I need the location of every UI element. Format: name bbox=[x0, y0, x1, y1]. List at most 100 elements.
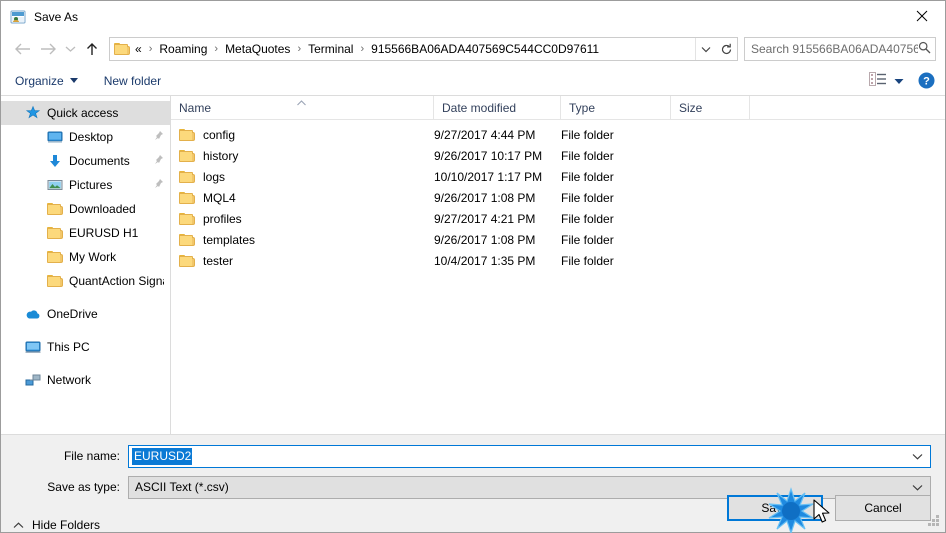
save-button[interactable]: Save bbox=[727, 495, 823, 521]
sidebar-item-pictures[interactable]: Pictures bbox=[1, 173, 170, 197]
pin-icon[interactable] bbox=[153, 178, 164, 192]
dialog-body: Quick access Desktop Documents Pictures … bbox=[1, 95, 945, 435]
pin-icon[interactable] bbox=[153, 130, 164, 144]
view-mode-chevron-down-icon[interactable] bbox=[894, 74, 904, 88]
column-header-date-modified[interactable]: Date modified bbox=[434, 95, 561, 120]
file-type-cell: File folder bbox=[561, 190, 614, 205]
breadcrumb-separator-icon: › bbox=[297, 43, 302, 55]
recent-locations-chevron-icon[interactable] bbox=[61, 36, 79, 62]
search-placeholder: Search 915566BA06ADA40756... bbox=[751, 42, 918, 56]
table-row[interactable]: MQL4 9/26/2017 1:08 PM File folder bbox=[171, 187, 945, 208]
search-icon[interactable] bbox=[918, 41, 931, 57]
table-row[interactable]: templates 9/26/2017 1:08 PM File folder bbox=[171, 229, 945, 250]
new-folder-button[interactable]: New folder bbox=[104, 74, 161, 88]
dialog-buttons: Save Cancel bbox=[727, 495, 931, 521]
cancel-button-label: Cancel bbox=[864, 501, 902, 515]
sidebar-item-desktop[interactable]: Desktop bbox=[1, 125, 170, 149]
cancel-button[interactable]: Cancel bbox=[835, 495, 931, 521]
table-row[interactable]: profiles 9/27/2017 4:21 PM File folder bbox=[171, 208, 945, 229]
file-name-label: config bbox=[203, 127, 236, 142]
column-header-type-label: Type bbox=[569, 100, 596, 115]
sidebar-item-quick-access[interactable]: Quick access bbox=[1, 101, 170, 125]
file-date-cell: 9/26/2017 1:08 PM bbox=[434, 232, 536, 247]
file-name-label: templates bbox=[203, 232, 256, 247]
forward-arrow-icon[interactable] bbox=[35, 36, 61, 62]
desktop-icon bbox=[47, 129, 63, 145]
address-bar[interactable]: « › Roaming › MetaQuotes › Terminal › 91… bbox=[109, 37, 738, 61]
table-row[interactable]: tester 10/4/2017 1:35 PM File folder bbox=[171, 250, 945, 271]
toolbar-right-group: ? bbox=[869, 72, 935, 89]
column-header-filler bbox=[750, 96, 945, 120]
search-input[interactable]: Search 915566BA06ADA40756... bbox=[744, 37, 936, 61]
sidebar-item-label: Desktop bbox=[69, 130, 114, 144]
breadcrumb-item-terminal[interactable]: Terminal bbox=[306, 42, 355, 56]
file-name-cell: profiles bbox=[171, 212, 434, 226]
table-row[interactable]: config 9/27/2017 4:44 PM File folder bbox=[171, 124, 945, 145]
file-date-cell: 10/4/2017 1:35 PM bbox=[434, 253, 536, 268]
organize-button[interactable]: Organize bbox=[15, 74, 78, 88]
file-date-cell: 10/10/2017 1:17 PM bbox=[434, 169, 543, 184]
column-header-name[interactable]: Name bbox=[171, 95, 434, 120]
column-header-size[interactable]: Size bbox=[671, 95, 750, 120]
file-rows: config 9/27/2017 4:44 PM File folder his… bbox=[171, 120, 945, 434]
file-name-label: logs bbox=[203, 169, 226, 184]
chevron-up-icon bbox=[13, 518, 24, 532]
breadcrumb-item-roaming[interactable]: Roaming bbox=[157, 42, 209, 56]
file-name-label: tester bbox=[203, 253, 234, 268]
file-type-cell: File folder bbox=[561, 169, 614, 184]
download-icon bbox=[47, 153, 63, 169]
breadcrumb-item-instance[interactable]: 915566BA06ADA407569C544CC0D97611 bbox=[369, 42, 601, 56]
file-name-input[interactable]: EURUSD2 bbox=[128, 444, 931, 468]
sidebar-item-downloaded[interactable]: Downloaded bbox=[1, 197, 170, 221]
save-as-type-value: ASCII Text (*.csv) bbox=[135, 480, 229, 494]
sidebar-item-documents[interactable]: Documents bbox=[1, 149, 170, 173]
file-name-row: File name: EURUSD2 bbox=[1, 443, 945, 469]
help-icon[interactable]: ? bbox=[918, 72, 935, 89]
refresh-icon[interactable] bbox=[715, 38, 737, 60]
file-name-value: EURUSD2 bbox=[132, 447, 193, 465]
file-type-cell: File folder bbox=[561, 148, 614, 163]
sidebar-item-label: Quick access bbox=[47, 106, 119, 120]
sidebar-item-eurusd-h1[interactable]: EURUSD H1 bbox=[1, 221, 170, 245]
file-name-label: MQL4 bbox=[203, 190, 236, 205]
sidebar-item-quantaction-signal[interactable]: QuantAction Signal bbox=[1, 269, 170, 293]
up-arrow-icon[interactable] bbox=[79, 36, 105, 62]
table-row[interactable]: logs 10/10/2017 1:17 PM File folder bbox=[171, 166, 945, 187]
dialog-footer: File name: EURUSD2 Save as type: ASCII T… bbox=[1, 435, 945, 532]
navigation-pane: Quick access Desktop Documents Pictures … bbox=[1, 96, 171, 434]
sidebar-item-label: Network bbox=[47, 373, 92, 387]
file-date-cell: 9/27/2017 4:44 PM bbox=[434, 127, 536, 142]
table-row[interactable]: history 9/26/2017 10:17 PM File folder bbox=[171, 145, 945, 166]
svg-text:?: ? bbox=[923, 76, 930, 88]
folder-icon bbox=[179, 128, 195, 142]
sidebar-item-network[interactable]: Network bbox=[1, 368, 170, 392]
column-header-date-label: Date modified bbox=[442, 100, 517, 115]
file-name-cell: MQL4 bbox=[171, 191, 434, 205]
onedrive-icon bbox=[25, 306, 41, 322]
column-header-type[interactable]: Type bbox=[561, 95, 671, 120]
file-type-cell: File folder bbox=[561, 127, 614, 142]
view-mode-button[interactable] bbox=[869, 72, 904, 89]
sidebar-item-label: Documents bbox=[69, 154, 130, 168]
breadcrumb-separator-icon: › bbox=[360, 43, 365, 55]
close-button[interactable] bbox=[899, 1, 945, 31]
hide-folders-label: Hide Folders bbox=[32, 518, 101, 532]
file-list-pane: Name Date modified Type Size config 9/27… bbox=[171, 95, 945, 434]
address-dropdown-icon[interactable] bbox=[695, 38, 715, 60]
file-date-cell: 9/26/2017 10:17 PM bbox=[434, 148, 543, 163]
breadcrumb-item-metaquotes[interactable]: MetaQuotes bbox=[223, 42, 292, 56]
file-date-cell: 9/26/2017 1:08 PM bbox=[434, 190, 536, 205]
pin-icon[interactable] bbox=[153, 154, 164, 168]
file-type-cell: File folder bbox=[561, 253, 614, 268]
sidebar-item-this-pc[interactable]: This PC bbox=[1, 335, 170, 359]
folder-icon bbox=[179, 212, 195, 226]
command-toolbar: Organize New folder ? bbox=[1, 66, 945, 96]
back-arrow-icon[interactable] bbox=[9, 36, 35, 62]
breadcrumb-root[interactable]: « bbox=[133, 42, 144, 56]
sidebar-item-onedrive[interactable]: OneDrive bbox=[1, 302, 170, 326]
sidebar-item-my-work[interactable]: My Work bbox=[1, 245, 170, 269]
resize-grip-icon[interactable] bbox=[928, 515, 941, 528]
file-name-cell: logs bbox=[171, 170, 434, 184]
address-folder-icon bbox=[114, 42, 130, 56]
view-mode-icon bbox=[869, 72, 887, 89]
